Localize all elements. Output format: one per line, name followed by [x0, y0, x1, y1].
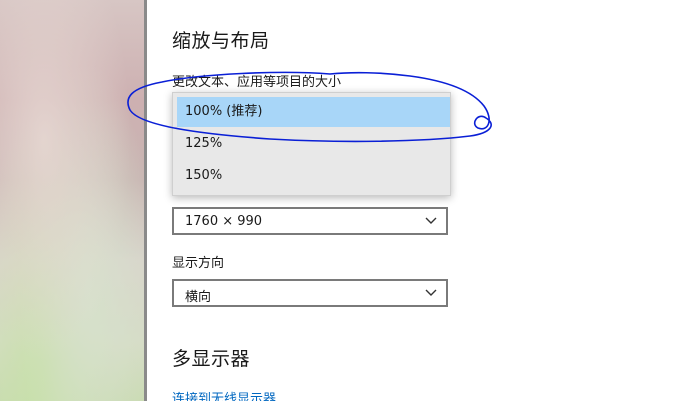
display-settings-panel	[147, 0, 685, 401]
text-size-option-100[interactable]: 100% (推荐)	[177, 97, 450, 127]
text-size-option-150[interactable]: 150%	[177, 161, 450, 191]
connect-wireless-display-link[interactable]: 连接到无线显示器	[172, 388, 276, 401]
orientation-label: 显示方向	[172, 256, 225, 271]
resolution-select[interactable]: 1760 × 990	[172, 207, 448, 235]
scale-layout-heading: 缩放与布局	[172, 30, 270, 52]
text-size-option-125[interactable]: 125%	[177, 129, 450, 159]
desktop-wallpaper	[0, 0, 146, 401]
settings-window: 缩放与布局 更改文本、应用等项目的大小 1760 × 990 显示方向 横向 多…	[0, 0, 685, 401]
orientation-select[interactable]: 横向	[172, 279, 448, 307]
chevron-down-icon	[425, 217, 437, 224]
multiple-displays-heading: 多显示器	[172, 348, 251, 370]
orientation-select-value: 横向	[185, 290, 212, 305]
text-size-label: 更改文本、应用等项目的大小	[172, 75, 342, 90]
text-size-dropdown-list: 100% (推荐) 125% 150%	[172, 92, 451, 196]
chevron-down-icon	[425, 289, 437, 296]
resolution-select-value: 1760 × 990	[185, 214, 263, 229]
